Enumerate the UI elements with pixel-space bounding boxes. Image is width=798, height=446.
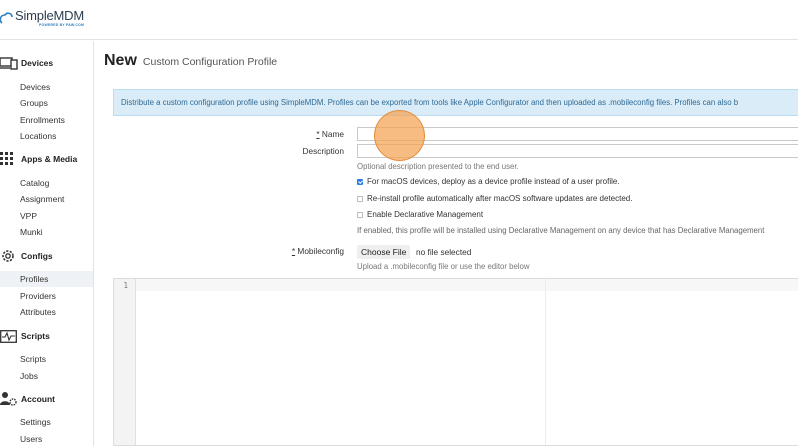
sidebar: Devices Devices Groups Enrollments Locat… <box>0 41 94 446</box>
declarative-checkbox[interactable] <box>357 211 363 218</box>
description-input[interactable] <box>357 144 798 158</box>
required-mark: * <box>316 129 320 139</box>
sidebar-item-jobs[interactable]: Jobs <box>0 368 93 384</box>
sidebar-section-title: Scripts <box>21 331 50 341</box>
sidebar-item-catalog[interactable]: Catalog <box>0 175 93 191</box>
reinstall-label: Re-install profile automatically after m… <box>367 194 633 203</box>
sidebar-section-title: Apps & Media <box>21 154 78 164</box>
page-title: New Custom Configuration Profile <box>104 52 277 70</box>
description-label: Description <box>302 146 344 156</box>
device-profile-checkbox[interactable] <box>357 178 363 185</box>
device-profile-label: For macOS devices, deploy as a device pr… <box>367 177 620 186</box>
sidebar-item-profiles[interactable]: Profiles <box>0 271 93 287</box>
sidebar-item-devices[interactable]: Devices <box>0 79 93 95</box>
sidebar-item-munki[interactable]: Munki <box>0 224 93 240</box>
reinstall-option[interactable]: Re-install profile automatically after m… <box>357 194 632 203</box>
sidebar-item-providers[interactable]: Providers <box>0 288 93 304</box>
sidebar-section-title: Devices <box>21 58 54 68</box>
mobileconfig-label-text: Mobileconfig <box>297 246 344 256</box>
page-title-main: New <box>104 52 137 69</box>
editor-gutter: 1 <box>114 279 136 445</box>
reinstall-checkbox[interactable] <box>357 195 363 202</box>
sidebar-section-title: Configs <box>21 251 53 261</box>
click-highlight-indicator <box>374 110 425 161</box>
logo-tagline: POWERED BY PAW.COM <box>39 23 85 27</box>
declarative-label: Enable Declarative Management <box>367 210 484 219</box>
sidebar-item-users[interactable]: Users <box>0 431 93 446</box>
sidebar-section-title: Account <box>21 394 55 404</box>
sidebar-section-apps-media[interactable]: Apps & Media <box>0 149 77 169</box>
required-mark: * <box>291 246 296 256</box>
editor-active-line <box>136 279 798 291</box>
code-editor[interactable]: 1 <box>113 278 798 446</box>
sidebar-item-settings[interactable]: Settings <box>0 414 93 430</box>
name-label-text: Name <box>321 129 344 139</box>
upload-help: Upload a .mobileconfig file or use the e… <box>357 262 530 271</box>
sidebar-section-devices[interactable]: Devices <box>0 53 53 73</box>
logo[interactable]: SimpleMDM POWERED BY PAW.COM <box>0 9 84 28</box>
mobileconfig-label: * Mobileconfig <box>265 246 344 256</box>
sidebar-item-assignment[interactable]: Assignment <box>0 191 93 207</box>
description-help: Optional description presented to the en… <box>357 162 519 171</box>
declarative-option[interactable]: Enable Declarative Management <box>357 210 483 219</box>
main-content: New Custom Configuration Profile Distrib… <box>95 41 798 446</box>
sidebar-item-scripts[interactable]: Scripts <box>0 351 93 367</box>
account-icon <box>0 391 18 407</box>
gear-icon <box>0 248 18 264</box>
device-profile-option[interactable]: For macOS devices, deploy as a device pr… <box>357 177 620 186</box>
file-status: no file selected <box>416 247 472 257</box>
page-title-subtitle: Custom Configuration Profile <box>142 56 278 68</box>
sidebar-item-vpp[interactable]: VPP <box>0 208 93 224</box>
sidebar-section-configs[interactable]: Configs <box>0 246 53 266</box>
sidebar-section-scripts[interactable]: Scripts <box>0 326 50 346</box>
apps-grid-icon <box>0 151 18 167</box>
editor-print-margin <box>545 279 546 445</box>
sidebar-item-groups[interactable]: Groups <box>0 95 93 111</box>
cloud-logo-icon <box>0 12 13 24</box>
devices-icon <box>0 55 18 71</box>
name-label: * Name <box>285 129 344 139</box>
line-number: 1 <box>123 281 128 290</box>
sidebar-item-attributes[interactable]: Attributes <box>0 304 93 320</box>
declarative-help: If enabled, this profile will be install… <box>357 226 765 235</box>
sidebar-item-locations[interactable]: Locations <box>0 128 93 144</box>
choose-file-button[interactable]: Choose File <box>357 245 411 259</box>
logo-name: SimpleMDM <box>15 8 84 23</box>
sidebar-section-account[interactable]: Account <box>0 389 55 409</box>
info-banner: Distribute a custom configuration profil… <box>113 89 798 116</box>
terminal-icon <box>0 328 18 344</box>
top-bar: SimpleMDM POWERED BY PAW.COM <box>0 0 798 40</box>
sidebar-item-enrollments[interactable]: Enrollments <box>0 112 93 128</box>
